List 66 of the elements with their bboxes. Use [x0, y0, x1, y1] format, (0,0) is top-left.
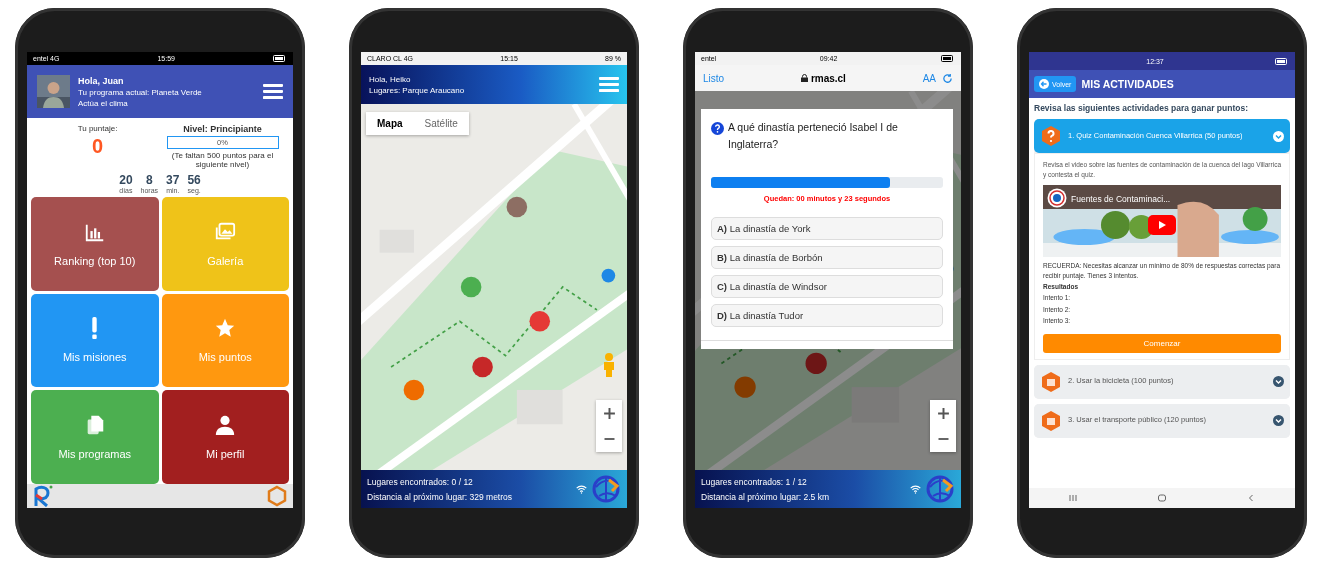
arrow-left-icon — [1039, 79, 1049, 89]
countdown-value: 56 — [187, 173, 201, 187]
question-badge-icon — [1040, 125, 1062, 148]
plus-icon — [602, 406, 616, 420]
places-found: Lugares encontrados: 0 / 12 — [367, 476, 474, 487]
menu-tile[interactable]: Mi perfil — [161, 390, 289, 484]
answer-option[interactable]: A) La dinastía de York — [711, 216, 943, 240]
battery-icon — [273, 55, 287, 62]
lock-icon — [800, 74, 808, 82]
greeting: Hola, Juan — [78, 75, 125, 86]
answer-option[interactable]: B) La dinastía de Borbón — [711, 245, 943, 269]
done-button[interactable]: Listo — [703, 72, 725, 84]
places-found: Lugares encontrados: 1 / 12 — [701, 476, 808, 487]
battery-icon — [1275, 57, 1289, 65]
countdown-value: 37 — [166, 173, 180, 187]
text-size-button[interactable]: AA — [922, 72, 936, 84]
zoom-out-button[interactable] — [596, 426, 622, 452]
map-type-tab[interactable]: Satélite — [413, 112, 469, 135]
level-note: (Te faltan 500 puntos para el siguiente nivel) — [170, 151, 275, 169]
minus-icon — [602, 438, 616, 440]
score-value: 0 — [91, 135, 104, 158]
zoom-in-button[interactable] — [930, 400, 956, 426]
exclamation-icon — [92, 317, 98, 340]
countdown-value: 8 — [145, 173, 153, 187]
url-text: rmas.cl — [810, 72, 846, 84]
answer-option[interactable]: C) La dinastía de Windsor — [711, 274, 943, 298]
reload-icon[interactable] — [942, 72, 953, 84]
question-text: A qué dinastía perteneció Isabel I de Inglaterra? — [728, 120, 899, 152]
home-icon[interactable] — [1157, 493, 1167, 503]
zoom-out-button[interactable] — [930, 426, 956, 452]
menu-tile[interactable]: Ranking (top 10) — [31, 197, 159, 291]
help-icon — [711, 122, 724, 135]
activity-badge-icon — [1040, 370, 1062, 393]
program-text: Tu programa actual: Planeta Verde — [78, 87, 203, 97]
play-icon[interactable] — [1148, 215, 1176, 236]
chevron-icon — [1273, 415, 1284, 427]
chevron-icon — [1273, 130, 1284, 142]
greeting: Hola, Heiko — [369, 74, 412, 84]
activity-badge-icon — [1040, 409, 1062, 432]
intro-text: Revisa las siguientes actividades para ganar puntos: — [1034, 102, 1249, 115]
page-title: MIS ACTIVIDADES — [1081, 78, 1174, 90]
zoom-in-button[interactable] — [596, 400, 622, 426]
menu-icon[interactable] — [263, 83, 283, 100]
hexagon-logo-icon — [267, 485, 287, 507]
countdown-value: 20 — [119, 173, 133, 187]
channel-logo-icon — [1047, 188, 1067, 209]
wifi-icon — [576, 484, 587, 494]
video-title: Fuentes de Contaminaci... — [1071, 193, 1171, 206]
person-icon — [214, 414, 237, 437]
globe-logo-icon — [925, 474, 955, 504]
wifi-icon — [910, 484, 921, 494]
score-label: Tu puntaje: — [77, 124, 118, 133]
subtitle: Actúa el clima — [78, 98, 129, 108]
next-place-distance: Distancia al próximo lugar: 329 metros — [367, 491, 514, 502]
answer-option[interactable]: D) La dinastía Tudor — [711, 303, 943, 327]
level-title: Nivel: Principiante — [183, 124, 262, 134]
chevron-icon — [1273, 376, 1284, 388]
map-type-tab[interactable]: Mapa — [366, 112, 414, 135]
plus-icon — [936, 406, 950, 420]
globe-logo-icon — [591, 474, 621, 504]
minus-icon — [936, 438, 950, 440]
battery-icon — [941, 55, 955, 62]
place-name: Lugares: Parque Araucano — [369, 85, 466, 95]
next-place-distance: Distancia al próximo lugar: 2.5 km — [701, 491, 831, 502]
brand-logo-icon — [33, 485, 53, 507]
video-player[interactable]: Fuentes de Contaminaci... — [1043, 185, 1281, 258]
